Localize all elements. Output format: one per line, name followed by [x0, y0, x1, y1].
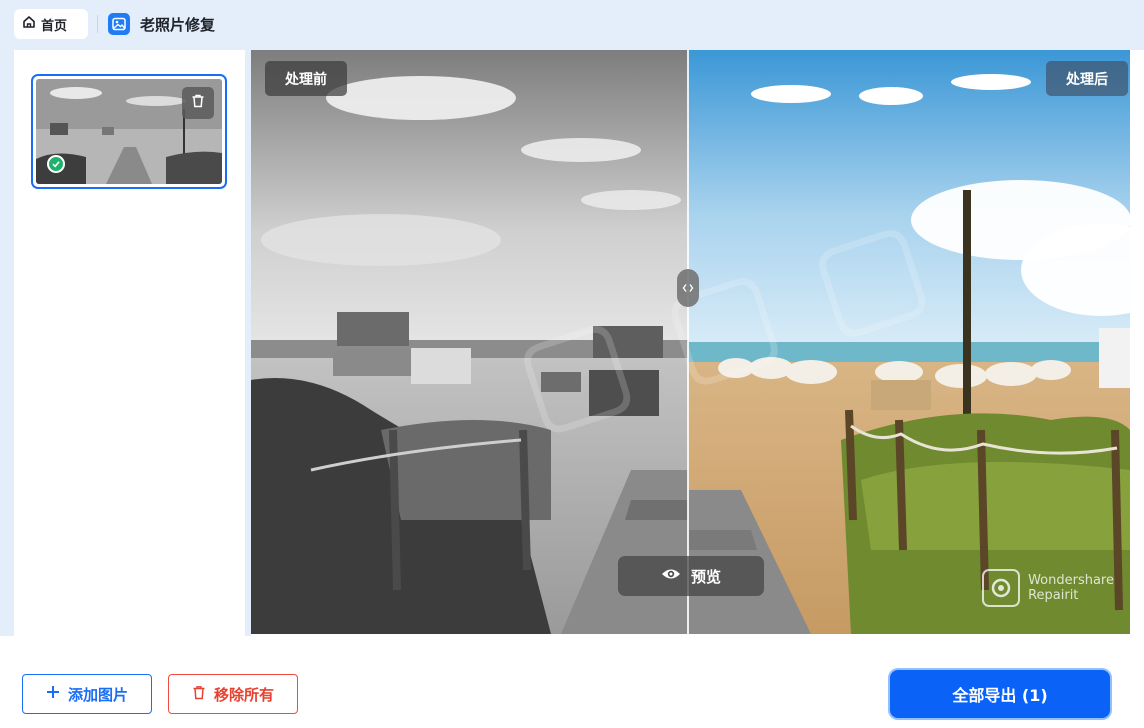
- watermark-line-2: Repairit: [1028, 588, 1079, 603]
- thumbnail-image: [36, 79, 222, 184]
- top-bar: 首页 老照片修复: [0, 0, 1144, 48]
- image-list-sidebar: [14, 50, 245, 636]
- comparison-image: ▢ ▢ ▢: [251, 50, 1130, 634]
- remove-all-label: 移除所有: [213, 685, 274, 704]
- brand-watermark: Wondershare Repairit: [982, 569, 1114, 607]
- export-all-button[interactable]: 全部导出 (1): [890, 670, 1110, 718]
- delete-thumbnail-button[interactable]: [182, 87, 214, 119]
- remove-all-button[interactable]: 移除所有: [168, 674, 298, 714]
- home-label: 首页: [41, 18, 68, 34]
- main-panel: ▢ ▢ ▢ 处理前 处理后 预览 Wondershare Repairit: [14, 50, 1144, 636]
- home-icon: [22, 15, 36, 33]
- before-label: 处理前: [265, 61, 347, 96]
- breadcrumb-divider: [97, 15, 98, 33]
- repairit-logo-icon: [982, 569, 1021, 607]
- tab-old-photo-repair[interactable]: 老照片修复: [108, 9, 215, 39]
- preview-label: 预览: [690, 567, 721, 586]
- split-handle[interactable]: [677, 269, 699, 307]
- split-line: [687, 50, 689, 634]
- trash-icon: [192, 685, 206, 704]
- after-label: 处理后: [1046, 61, 1128, 96]
- preview-button[interactable]: 预览: [618, 556, 764, 596]
- home-tab[interactable]: 首页: [14, 9, 88, 39]
- add-images-button[interactable]: 添加图片: [22, 674, 152, 714]
- plus-icon: [46, 685, 60, 703]
- eye-icon: [661, 567, 681, 585]
- app-title: 老照片修复: [140, 15, 216, 34]
- image-thumbnail[interactable]: [31, 74, 227, 189]
- split-arrows-icon: [682, 279, 694, 298]
- add-images-label: 添加图片: [67, 685, 128, 704]
- trash-icon: [190, 93, 206, 113]
- bottom-toolbar: 添加图片 移除所有 全部导出 (1): [0, 636, 1144, 728]
- image-icon: [108, 13, 130, 35]
- watermark-line-1: Wondershare: [1028, 573, 1114, 588]
- comparison-viewer[interactable]: ▢ ▢ ▢ 处理前 处理后 预览 Wondershare Repairit: [251, 50, 1130, 634]
- check-circle-icon: [47, 155, 65, 173]
